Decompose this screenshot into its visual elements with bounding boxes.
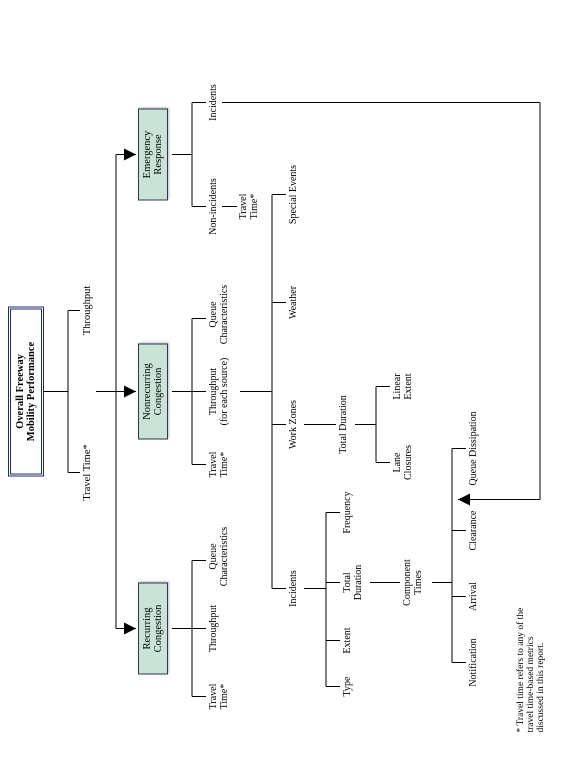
recurring-line2: Congestion [153,590,164,668]
nonrecurring-line1: Nonrecurring [142,351,153,433]
step-arrival: Arrival [468,575,479,619]
src-workzones: Work Zones [288,389,299,461]
src-incidents: Incidents [288,559,299,619]
inc-extent: Extent [342,621,353,661]
inc-frequency: Frequency [342,483,353,543]
node-recurring: Recurring Congestion [138,583,168,675]
wz-lane-closures: Lane Closures [392,435,414,491]
recurring-line1: Recurring [142,590,153,668]
rec-travel-time: Travel Time* [208,671,230,723]
inc-total-duration: Total Duration [342,555,364,611]
emergency-line2: Response [153,116,164,194]
title-box: Overall Freeway Mobility Performance [8,307,44,477]
node-emergency: Emergency Response [138,109,168,201]
em-non-incidents: Non-incidents [208,167,219,247]
src-weather: Weather [288,273,299,333]
nrec-throughput: Throughput (for each source) [208,345,230,439]
wz-linear-extent: Linear Extent [392,361,414,413]
nonrecurring-line2: Congestion [153,351,164,433]
em-travel-time: Travel Time* [238,181,260,233]
title-line2: Mobility Performance [26,320,37,464]
rec-throughput: Throughput [208,593,219,665]
top-travel-time: Travel Time* [82,431,93,515]
inc-component-times: Component Times [402,549,424,617]
title-line1: Overall Freeway [15,320,26,464]
step-queue-dissipation: Queue Dissipation [468,403,479,495]
nrec-queue: Queue Characteristics [208,275,230,355]
nrec-travel-time: Travel Time* [208,439,230,491]
emergency-line1: Emergency [142,116,153,194]
top-throughput: Throughput [82,271,93,351]
wz-total-duration: Total Duration [338,387,349,463]
step-notification: Notification [468,629,479,697]
src-special: Special Events [288,153,299,237]
footnote: * Travel time refers to any of the trave… [516,533,546,733]
rec-queue: Queue Characteristics [208,517,230,597]
inc-type: Type [342,669,353,705]
em-incidents: Incidents [208,71,219,135]
node-nonrecurring: Nonrecurring Congestion [138,344,168,440]
step-clearance: Clearance [468,501,479,561]
